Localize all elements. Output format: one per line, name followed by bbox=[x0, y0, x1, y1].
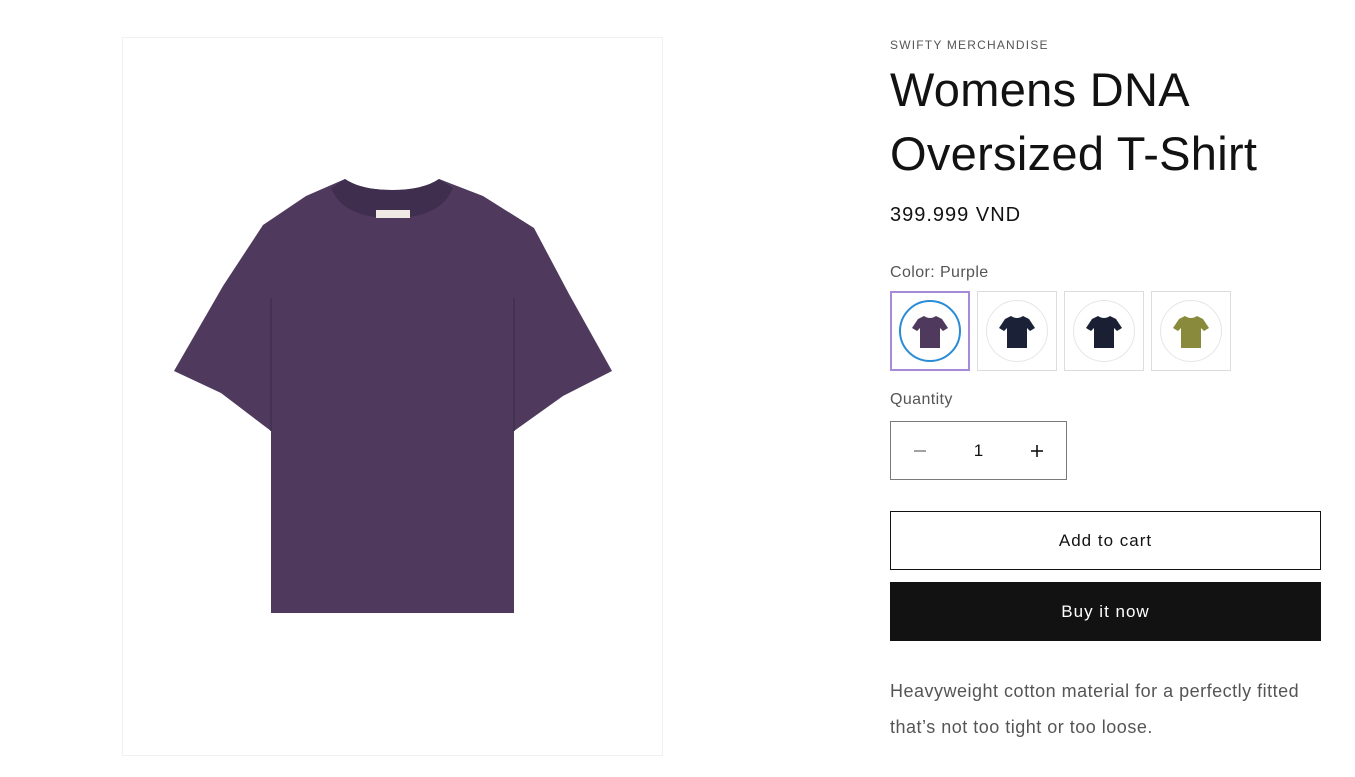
product-description: Heavyweight cotton material for a perfec… bbox=[890, 681, 1300, 737]
decrease-quantity-button[interactable] bbox=[891, 422, 949, 479]
color-swatches bbox=[890, 291, 1231, 371]
swatch-olive[interactable] bbox=[1151, 291, 1231, 371]
swatch-navy[interactable] bbox=[977, 291, 1057, 371]
buy-now-button[interactable]: Buy it now bbox=[890, 582, 1321, 641]
product-image bbox=[174, 179, 612, 613]
swatch-purple[interactable] bbox=[890, 291, 970, 371]
minus-icon bbox=[914, 449, 926, 452]
selected-color: Purple bbox=[939, 264, 989, 281]
product-media-frame[interactable] bbox=[122, 37, 663, 756]
tshirt-icon bbox=[999, 316, 1035, 348]
tshirt-illustration bbox=[174, 179, 612, 613]
plus-icon bbox=[1031, 444, 1043, 457]
quantity-input[interactable]: 1 bbox=[949, 441, 1008, 461]
product-vendor: SWIFTY MERCHANDISE bbox=[890, 38, 1049, 52]
swatch-ring bbox=[1073, 300, 1135, 362]
swatch-navy-alt[interactable] bbox=[1064, 291, 1144, 371]
quantity-label: Quantity bbox=[890, 391, 953, 408]
increase-quantity-button[interactable] bbox=[1008, 422, 1066, 479]
tshirt-icon bbox=[1173, 316, 1209, 348]
color-label: Color: Purple bbox=[890, 264, 989, 282]
swatch-ring bbox=[986, 300, 1048, 362]
add-to-cart-button[interactable]: Add to cart bbox=[890, 511, 1321, 570]
swatch-ring bbox=[1160, 300, 1222, 362]
tshirt-icon bbox=[912, 316, 948, 348]
product-title: Womens DNA Oversized T-Shirt bbox=[890, 63, 1258, 180]
product-price: 399.999 VND bbox=[890, 204, 1022, 226]
color-label-text: Color: bbox=[890, 264, 936, 281]
swatch-ring bbox=[899, 300, 961, 362]
tshirt-icon bbox=[1086, 316, 1122, 348]
quantity-stepper: 1 bbox=[890, 421, 1067, 480]
